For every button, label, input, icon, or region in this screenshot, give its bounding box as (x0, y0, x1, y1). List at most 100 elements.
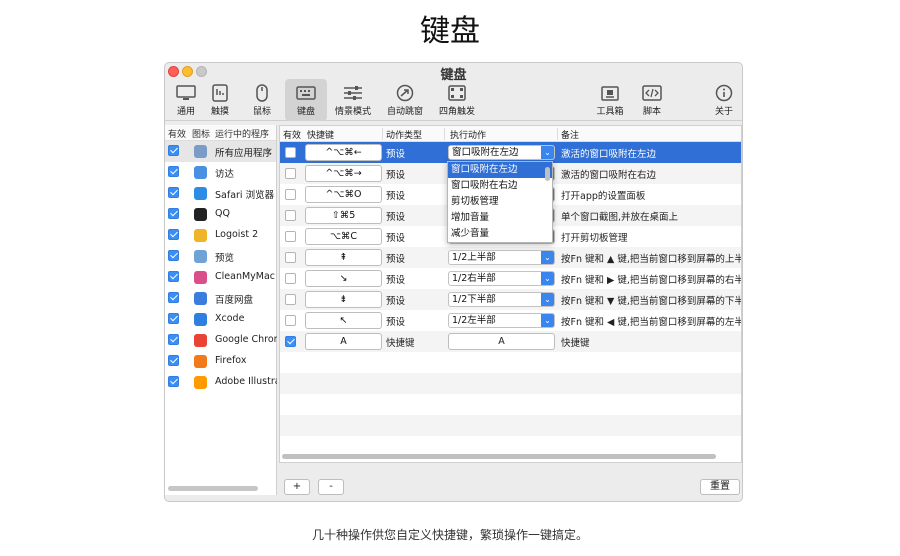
enabled-checkbox[interactable] (285, 315, 296, 326)
enabled-checkbox[interactable] (285, 147, 296, 158)
app-list-item[interactable]: CleanMyMac 3 (165, 267, 277, 288)
table-row[interactable]: ↘ 预设 1/2右半部 ⌄ 按Fn 键和 ▶ 键,把当前窗口移到屏幕的右半部 (280, 268, 741, 289)
enabled-checkbox[interactable] (168, 187, 179, 198)
add-button[interactable]: + (284, 479, 310, 495)
app-name: Firefox (215, 355, 247, 366)
app-list-item[interactable]: 预览 (165, 246, 276, 267)
app-list-scrollbar[interactable] (168, 486, 258, 491)
app-list-pane: 有效 图标 运行中的程序 所有应用程序 访达 Safari 浏览器 QQ Logoist… (165, 125, 277, 495)
action-type: 预设 (386, 254, 406, 265)
app-list-item[interactable]: Safari 浏览器 (165, 183, 276, 204)
toolbar-mouse[interactable]: 鼠标 (241, 79, 283, 121)
shortcut-key-field[interactable]: ^⌥⌘→ (305, 165, 382, 182)
toolbar-profiles[interactable]: 情景模式 (329, 79, 377, 121)
toolbar-touch[interactable]: 触摸 (199, 79, 241, 121)
app-icon (194, 271, 207, 284)
action-key-field[interactable]: A (448, 333, 555, 350)
dropdown-option[interactable]: 增加音量 (448, 210, 552, 226)
enabled-checkbox[interactable] (168, 271, 179, 282)
action-popup[interactable]: 1/2左半部 ⌄ (448, 313, 555, 328)
shortcut-key-field[interactable]: ⇞ (305, 249, 382, 266)
dropdown-option[interactable]: 剪切板管理 (448, 194, 552, 210)
shortcut-key-field[interactable]: A (305, 333, 382, 350)
shortcut-table-scrollbar[interactable] (282, 454, 716, 459)
toolbar-about[interactable]: 关于 (705, 79, 742, 121)
shortcut-key-field[interactable]: ↘ (305, 270, 382, 287)
column-app[interactable]: 运行中的程序 (215, 127, 269, 140)
app-list-item[interactable]: 所有应用程序 (165, 141, 276, 162)
enabled-checkbox[interactable] (168, 292, 179, 303)
enabled-checkbox[interactable] (168, 145, 179, 156)
app-name: 预览 (215, 253, 235, 264)
code-icon (642, 85, 662, 101)
app-list-item[interactable]: 访达 (165, 162, 276, 183)
dropdown-option[interactable]: 窗口吸附在左边 (448, 162, 552, 178)
column-action-type[interactable]: 动作类型 (386, 128, 422, 141)
trackpad-icon (212, 84, 228, 102)
shortcut-key-field[interactable]: ↖ (305, 312, 382, 329)
remove-button[interactable]: - (318, 479, 344, 495)
app-list-item[interactable]: 百度网盘 (165, 288, 276, 309)
enabled-checkbox[interactable] (168, 166, 179, 177)
toolbar: 通用 触摸 鼠标 键盘 情景模式 自动跳窗 四角触发 工具箱 脚本 关于 (165, 79, 742, 121)
enabled-checkbox[interactable] (168, 229, 179, 240)
app-list-item[interactable]: Xcode (165, 309, 276, 330)
enabled-checkbox[interactable] (168, 355, 179, 366)
enabled-checkbox[interactable] (285, 210, 296, 221)
app-icon (194, 376, 207, 389)
column-note[interactable]: 备注 (561, 128, 579, 141)
enabled-checkbox[interactable] (285, 252, 296, 263)
toolbar-hot-corners[interactable]: 四角触发 (433, 79, 481, 121)
column-enabled[interactable]: 有效 (168, 127, 186, 140)
dropdown-option[interactable]: 窗口吸附在右边 (448, 178, 552, 194)
action-value: 1/2下半部 (452, 294, 496, 305)
toolbar-auto-jump[interactable]: 自动跳窗 (381, 79, 429, 121)
toolbar-scripts[interactable]: 脚本 (631, 79, 673, 121)
enabled-checkbox[interactable] (168, 250, 179, 261)
jump-icon (396, 84, 414, 102)
column-enabled[interactable]: 有效 (283, 128, 301, 141)
shortcut-key-field[interactable]: ⇧⌘5 (305, 207, 382, 224)
app-list-item[interactable]: QQ (165, 204, 276, 225)
shortcut-key-field[interactable]: ^⌥⌘← (305, 144, 382, 161)
enabled-checkbox[interactable] (285, 273, 296, 284)
action-value: 1/2右半部 (452, 273, 496, 284)
shortcut-key-field[interactable]: ⌥⌘C (305, 228, 382, 245)
action-popup[interactable]: 1/2右半部 ⌄ (448, 271, 555, 286)
dropdown-scrollbar[interactable] (545, 167, 550, 181)
enabled-checkbox[interactable] (285, 294, 296, 305)
enabled-checkbox[interactable] (285, 231, 296, 242)
app-name: Logoist 2 (215, 229, 259, 240)
column-icon[interactable]: 图标 (192, 127, 210, 140)
action-type: 预设 (386, 233, 406, 244)
enabled-checkbox[interactable] (168, 208, 179, 219)
app-list-item[interactable]: Firefox (165, 351, 276, 372)
table-row[interactable]: ⇞ 预设 1/2上半部 ⌄ 按Fn 键和 ▲ 键,把当前窗口移到屏幕的上半部 (280, 247, 741, 268)
shortcut-key-field[interactable]: ^⌥⌘O (305, 186, 382, 203)
enabled-checkbox[interactable] (168, 376, 179, 387)
dropdown-option[interactable]: 减少音量 (448, 226, 552, 242)
app-list-item[interactable]: Logoist 2 (165, 225, 276, 246)
enabled-checkbox[interactable] (285, 336, 296, 347)
column-shortcut[interactable]: 快捷键 (307, 128, 334, 141)
action-popup[interactable]: 1/2上半部 ⌄ (448, 250, 555, 265)
app-list-item[interactable]: Google Chrome (165, 330, 277, 351)
enabled-checkbox[interactable] (168, 313, 179, 324)
enabled-checkbox[interactable] (285, 168, 296, 179)
toolbar-toolbox[interactable]: 工具箱 (589, 79, 631, 121)
shortcut-key-field[interactable]: ⇟ (305, 291, 382, 308)
table-row[interactable]: A 快捷键 A 快捷键 (280, 331, 741, 352)
toolbar-keyboard[interactable]: 键盘 (285, 79, 327, 121)
action-popup[interactable]: 1/2下半部 ⌄ (448, 292, 555, 307)
reset-button[interactable]: 重置 (700, 479, 740, 495)
action-type: 预设 (386, 191, 406, 202)
action-popup[interactable]: 窗口吸附在左边 ⌄ (448, 145, 555, 160)
table-row[interactable]: ⇟ 预设 1/2下半部 ⌄ 按Fn 键和 ▼ 键,把当前窗口移到屏幕的下半部 (280, 289, 741, 310)
column-action[interactable]: 执行动作 (450, 128, 486, 141)
app-list-item[interactable]: Adobe Illustrator (165, 372, 277, 393)
table-row[interactable]: ↖ 预设 1/2左半部 ⌄ 按Fn 键和 ◀ 键,把当前窗口移到屏幕的左半部 (280, 310, 741, 331)
enabled-checkbox[interactable] (285, 189, 296, 200)
enabled-checkbox[interactable] (168, 334, 179, 345)
table-row[interactable]: ^⌥⌘← 预设 窗口吸附在左边 ⌄ 激活的窗口吸附在左边 (280, 142, 741, 163)
toolbar-label: 情景模式 (334, 107, 371, 117)
